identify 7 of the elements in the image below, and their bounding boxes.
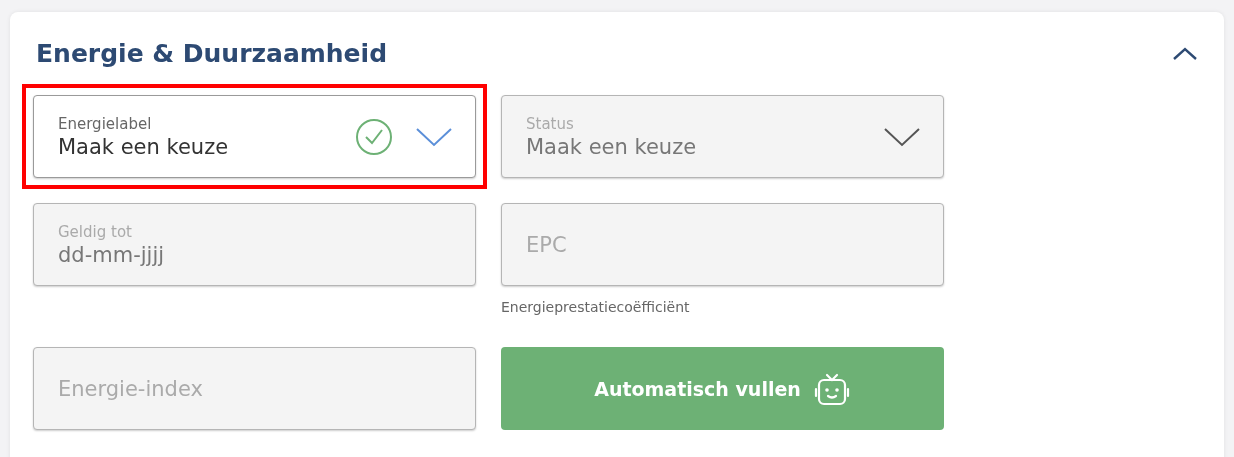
check-circle-icon: [355, 117, 393, 156]
dropdown-chevron-icon[interactable]: [415, 125, 453, 148]
field-hint: Energieprestatiecoëfficiënt: [501, 298, 691, 316]
select-field[interactable]: Energielabel Maak een keuze: [33, 95, 476, 178]
section-title: Energie & Duurzaamheid: [36, 39, 388, 68]
auto-fill-button[interactable]: Automatisch vullen: [501, 347, 944, 430]
collapse-chevron-icon[interactable]: [1172, 46, 1198, 61]
